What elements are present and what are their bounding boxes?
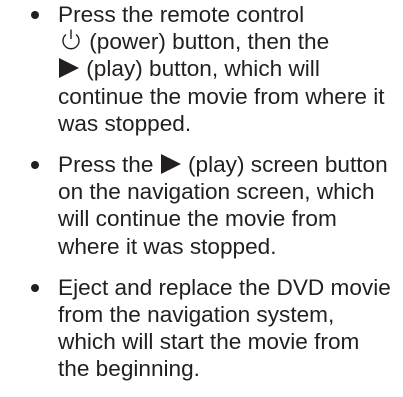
list-item: Press the (play) screen button on the na… — [0, 151, 403, 260]
item-3-line-3: which will start the movie from — [58, 329, 360, 355]
instruction-list: Press the remote control (power) button,… — [0, 0, 403, 397]
item-1-line-5: was stopped. — [58, 110, 192, 136]
item-3-line-2: from the navigation system, — [58, 302, 335, 328]
item-2-line-1-suffix: (play) screen button — [181, 152, 388, 178]
bullet-dot — [31, 11, 39, 19]
item-1-line-3: (play) button, which will — [80, 56, 320, 82]
bullet-dot — [31, 161, 39, 170]
item-2-line-4: where it was stopped. — [58, 233, 277, 259]
item-1-line-1: Press the remote control — [58, 2, 305, 27]
item-2-line-2: on the navigation screen, which — [58, 179, 375, 205]
list-item: Press the remote control (power) button,… — [0, 0, 403, 137]
bullet-dot — [31, 283, 39, 292]
item-3-line-4: the beginning. — [58, 356, 200, 382]
list-item: Eject and replace the DVD movie from the… — [0, 274, 403, 383]
item-2-line-1-prefix: Press the — [58, 152, 160, 178]
power-icon — [62, 29, 80, 50]
play-icon — [160, 154, 181, 175]
item-1-line-2: (power) button, then the — [83, 29, 330, 55]
item-2-line-3: will continue the movie from — [58, 206, 337, 232]
item-3-line-1: Eject and replace the DVD movie — [58, 274, 391, 300]
item-1-line-4: continue the movie from where it — [58, 83, 385, 109]
play-icon — [59, 58, 79, 79]
